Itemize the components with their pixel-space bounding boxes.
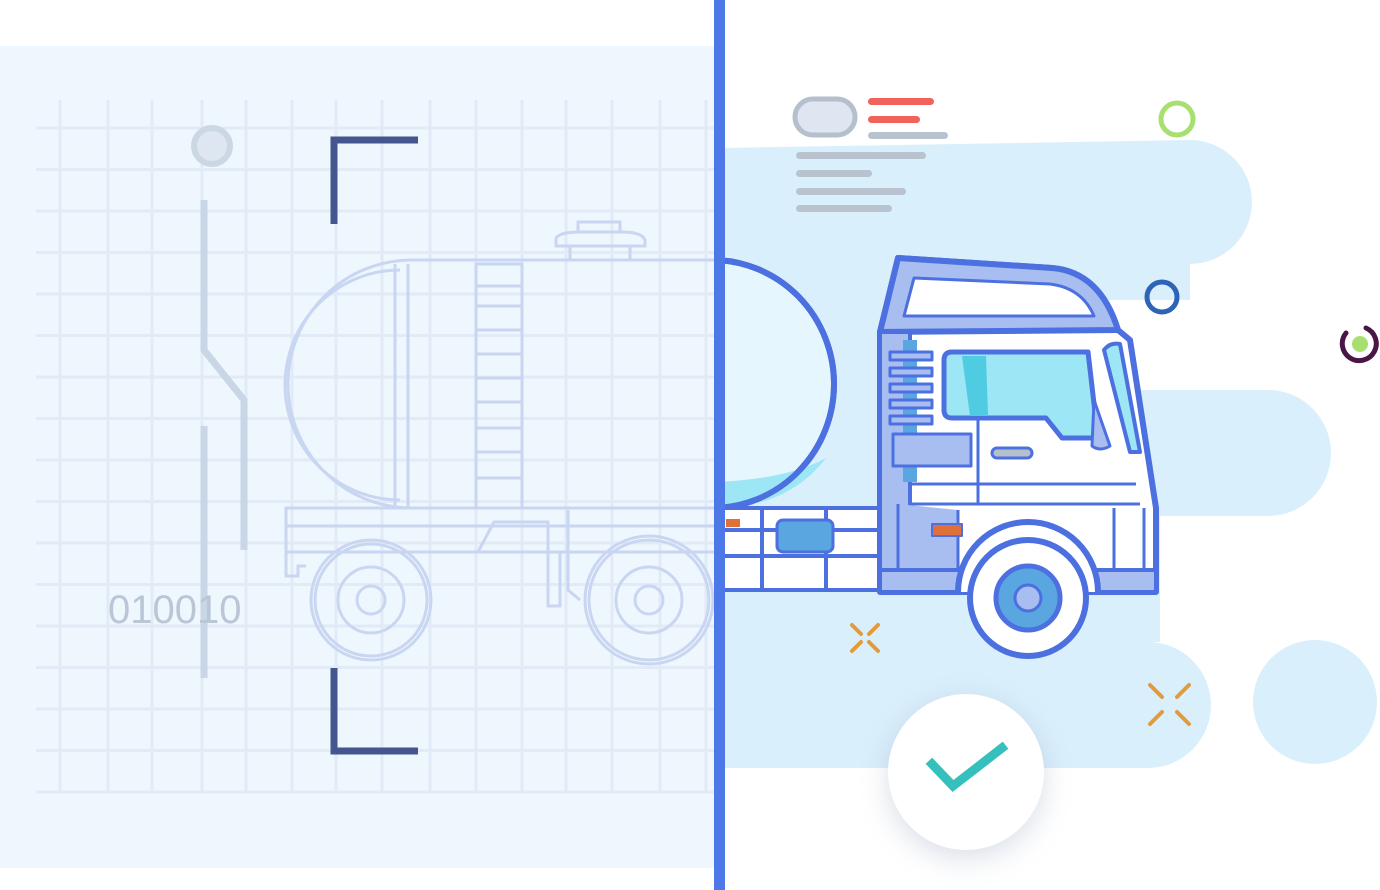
scan-divider [714, 0, 725, 890]
truck-wheel [967, 537, 1089, 659]
check-icon [925, 741, 1009, 793]
toggle-pill [792, 96, 858, 138]
reflector [726, 519, 740, 527]
confirm-button[interactable] [888, 694, 1044, 850]
loader-icon [1339, 325, 1379, 364]
illustration: 010010 [0, 0, 1379, 890]
binary-code: 010010 [108, 588, 241, 632]
fuel-tank [775, 518, 835, 554]
circle-decoration-green [1158, 100, 1196, 138]
scan-panel: 010010 [0, 46, 720, 868]
node-dot [191, 125, 233, 167]
